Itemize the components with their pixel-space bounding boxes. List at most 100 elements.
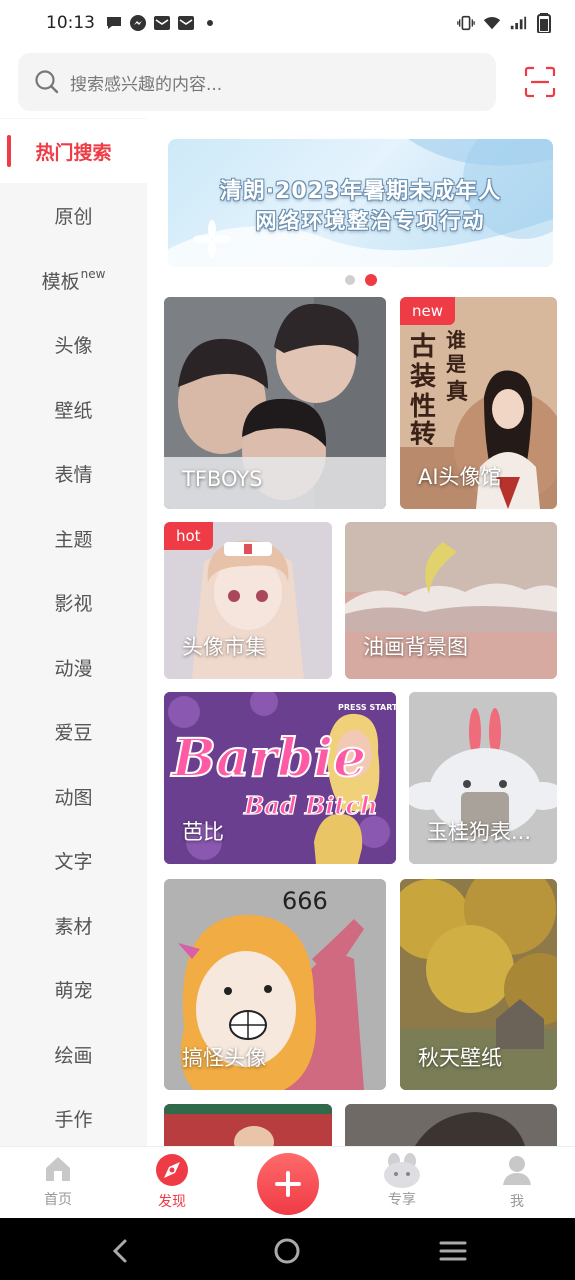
- sidebar-item-pets[interactable]: 萌宠: [0, 957, 147, 1021]
- card-label: 搞怪头像: [182, 1046, 266, 1070]
- system-navigation-bar: [0, 1218, 575, 1280]
- recents-button[interactable]: [438, 1236, 468, 1266]
- home-icon: [46, 1157, 70, 1181]
- messenger-icon: [129, 14, 147, 32]
- card-label: 头像市集: [182, 635, 266, 659]
- dot-icon: [201, 14, 219, 32]
- sidebar-item-film[interactable]: 影视: [0, 570, 147, 634]
- sidebar-item-label: 手作: [54, 1108, 93, 1131]
- card-oil-painting-bg[interactable]: 油画背景图: [345, 522, 557, 679]
- card-label: 芭比: [182, 820, 224, 844]
- nav-label: 我: [510, 1194, 524, 1210]
- scan-button[interactable]: [522, 64, 558, 100]
- sidebar-item-avatar[interactable]: 头像: [0, 312, 147, 376]
- nav-label: 首页: [44, 1192, 72, 1208]
- banner-pagination: [345, 274, 377, 286]
- sidebar-item-label: 爱豆: [54, 721, 93, 744]
- card-label: 油画背景图: [363, 635, 468, 659]
- new-badge: new: [400, 297, 456, 325]
- signal-icon: [509, 14, 527, 32]
- card-ai-avatar[interactable]: 古 装 性 转 谁 是 真 new AI头像馆: [400, 297, 557, 509]
- sidebar-item-label: 表情: [54, 463, 93, 486]
- sidebar-item-label: 动图: [54, 786, 93, 809]
- sidebar-item-label: 模板: [41, 270, 80, 293]
- promo-banner[interactable]: 清朗·2023年暑期未成年人 网络环境整治专项行动: [168, 139, 553, 267]
- mail-icon: [177, 14, 195, 32]
- plus-icon: [275, 1171, 301, 1197]
- new-badge: new: [80, 267, 106, 281]
- bottom-navigation: 首页 发现 专享 我: [0, 1146, 575, 1218]
- search-input[interactable]: 搜索感兴趣的内容...: [18, 53, 496, 111]
- nav-exclusive[interactable]: 专享: [362, 1153, 442, 1209]
- sidebar-item-text[interactable]: 文字: [0, 828, 147, 892]
- svg-text:真: 真: [446, 379, 468, 405]
- sidebar-item-label: 壁纸: [54, 399, 93, 422]
- card-label: AI头像馆: [418, 465, 502, 489]
- banner-subtitle: 网络环境整治专项行动: [255, 209, 486, 233]
- card-tfboys[interactable]: TFBOYS: [164, 297, 386, 509]
- menu-icon: [439, 1241, 467, 1261]
- sidebar-item-wallpaper[interactable]: 壁纸: [0, 377, 147, 441]
- partial-card-art: [345, 1104, 557, 1146]
- battery-icon: [535, 13, 553, 33]
- svg-text:装: 装: [410, 362, 436, 392]
- back-icon: [112, 1239, 127, 1263]
- create-post-button[interactable]: [257, 1153, 319, 1215]
- card-cinnamoroll[interactable]: 玉桂狗表...: [409, 692, 557, 864]
- hot-badge: hot: [164, 522, 213, 550]
- sidebar-item-label: 动漫: [54, 657, 93, 680]
- message-icon: [105, 14, 123, 32]
- partial-card-art: [164, 1104, 332, 1146]
- sidebar-item-gif[interactable]: 动图: [0, 764, 147, 828]
- sidebar-item-hot-search[interactable]: 热门搜索: [0, 119, 147, 183]
- sidebar-item-painting[interactable]: 绘画: [0, 1022, 147, 1086]
- wifi-icon: [483, 14, 501, 32]
- banner-title: 清朗·2023年暑期未成年人: [219, 179, 502, 204]
- svg-text:性: 性: [410, 392, 436, 422]
- scan-icon: [524, 66, 556, 98]
- user-icon: [503, 1156, 531, 1185]
- card-partial-2[interactable]: [345, 1104, 557, 1146]
- circle-home-icon: [274, 1238, 300, 1264]
- home-button[interactable]: [272, 1236, 302, 1266]
- sidebar-item-label: 素材: [54, 915, 93, 938]
- press-start-text: PRESS START: [338, 703, 396, 712]
- pagination-dot: [345, 275, 355, 285]
- sidebar-item-emoji[interactable]: 表情: [0, 441, 147, 505]
- svg-text:谁: 谁: [446, 328, 466, 352]
- card-autumn-wallpaper[interactable]: 秋天壁纸: [400, 879, 557, 1090]
- vibrate-icon: [457, 14, 475, 32]
- card-avatar-market[interactable]: hot 头像市集: [164, 522, 332, 679]
- barbie-subtitle-text: Bad Bitch: [243, 791, 378, 820]
- sidebar-item-material[interactable]: 素材: [0, 893, 147, 957]
- nav-discover[interactable]: 发现: [132, 1153, 212, 1211]
- sidebar-item-theme[interactable]: 主题: [0, 506, 147, 570]
- sidebar-item-idol[interactable]: 爱豆: [0, 699, 147, 763]
- card-partial-1[interactable]: [164, 1104, 332, 1146]
- sidebar-item-label: 原创: [54, 205, 93, 228]
- search-placeholder: 搜索感兴趣的内容...: [70, 74, 223, 95]
- nav-me[interactable]: 我: [477, 1153, 557, 1211]
- card-barbie[interactable]: Barbie Bad Bitch PRESS START 芭比: [164, 692, 396, 864]
- ai-card-art-text: 古 装 性 转 谁 是 真: [410, 328, 468, 445]
- nav-label: 发现: [158, 1194, 186, 1210]
- back-button[interactable]: [106, 1236, 136, 1266]
- compass-icon: [156, 1154, 188, 1186]
- nav-home[interactable]: 首页: [18, 1153, 98, 1209]
- status-bar: 10:13: [0, 0, 575, 46]
- svg-text:古: 古: [410, 332, 436, 362]
- card-label: TFBOYS: [182, 467, 263, 491]
- sidebar-item-label: 主题: [54, 528, 93, 551]
- card-funny-avatar[interactable]: 666 搞怪头像: [164, 879, 386, 1090]
- sidebar-item-template[interactable]: 模板 new: [0, 248, 147, 312]
- sidebar-item-original[interactable]: 原创: [0, 183, 147, 247]
- sidebar-item-label: 萌宠: [54, 979, 93, 1002]
- card-label: 玉桂狗表...: [427, 820, 532, 844]
- sidebar-item-label: 头像: [54, 334, 93, 357]
- card-label: 秋天壁纸: [418, 1046, 502, 1070]
- bunny-icon: [384, 1153, 420, 1188]
- sidebar-item-anime[interactable]: 动漫: [0, 635, 147, 699]
- sidebar-item-label: 文字: [54, 850, 93, 873]
- sidebar-item-handmade[interactable]: 手作: [0, 1086, 147, 1150]
- sidebar-item-label: 影视: [54, 592, 93, 615]
